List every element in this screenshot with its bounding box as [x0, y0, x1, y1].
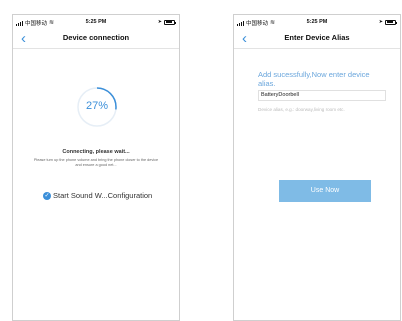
page-title: Enter Device Alias: [284, 33, 350, 42]
status-note: Please turn up the phone volume and brin…: [33, 158, 159, 167]
battery-icon: [385, 19, 397, 25]
sound-config-option[interactable]: ✓ Start Sound W...Configuration: [43, 191, 152, 200]
status-bar: 中国移动 ≋ 5:25 PM ➤: [234, 15, 400, 29]
use-now-button[interactable]: Use Now: [279, 180, 371, 202]
page-title: Device connection: [62, 33, 130, 42]
status-bar: 中国移动 ≋ 5:25 PM ➤: [13, 15, 179, 29]
status-right: ➤: [157, 19, 176, 25]
status-time: 5:25 PM: [306, 19, 328, 25]
alias-input[interactable]: BatteryDoorbell: [258, 90, 386, 101]
location-icon: ➤: [378, 19, 383, 25]
device-connection-screen: 中国移动 ≋ 5:25 PM ➤ ‹ Device connection 27%…: [12, 14, 180, 321]
progress-percent: 27%: [85, 100, 109, 112]
nav-bar: ‹ Enter Device Alias: [234, 29, 400, 49]
status-right: ➤: [378, 19, 397, 25]
sound-config-label: Start Sound W...Configuration: [53, 191, 153, 200]
alias-hint: Device alias, e.g.: doorway,living room …: [258, 107, 345, 112]
location-icon: ➤: [157, 19, 162, 25]
enter-alias-screen: 中国移动 ≋ 5:25 PM ➤ ‹ Enter Device Alias Ad…: [233, 14, 401, 321]
status-time: 5:25 PM: [85, 19, 107, 25]
progress-ring: 27%: [75, 85, 119, 129]
nav-bar: ‹ Device connection: [13, 29, 179, 49]
check-circle-icon[interactable]: ✓: [43, 191, 51, 200]
alias-prompt: Add sucessfully,Now enter device alias.: [258, 70, 370, 88]
status-title: Connecting, please wait...: [62, 149, 130, 155]
battery-icon: [164, 19, 176, 25]
